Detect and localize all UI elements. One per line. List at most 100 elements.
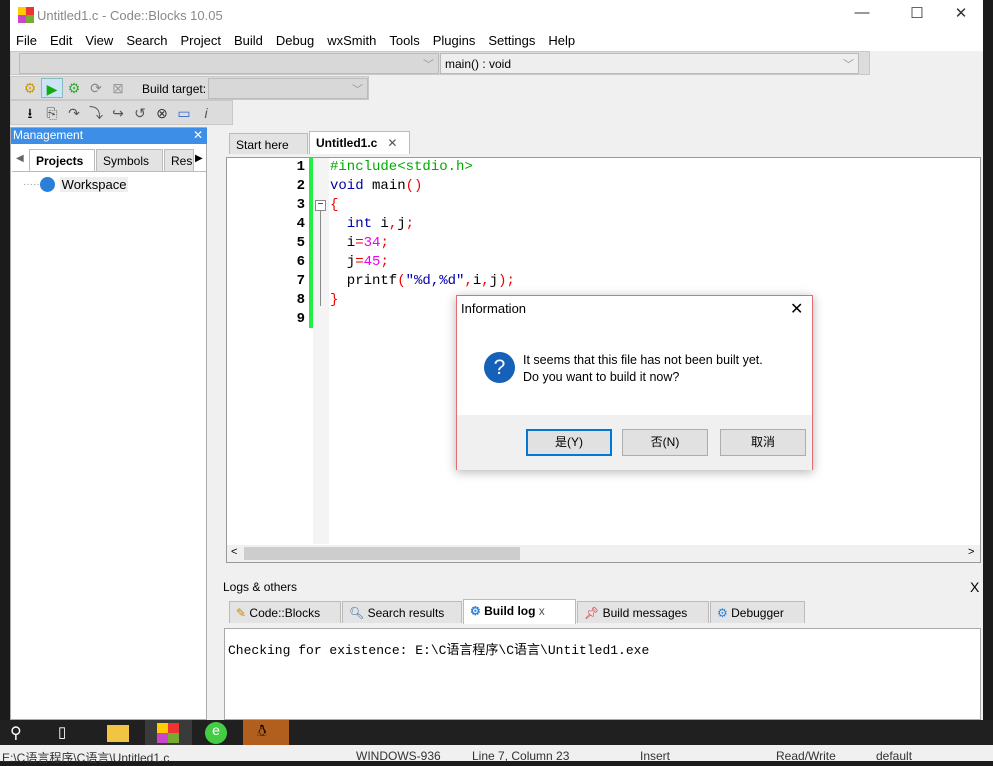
task-view-icon[interactable]: ▯ xyxy=(58,723,66,741)
code-line: { xyxy=(330,197,339,213)
rebuild-icon[interactable]: ⟳ xyxy=(85,78,107,98)
dialog-close-button[interactable]: ✕ xyxy=(790,299,803,319)
workspace-icon xyxy=(39,177,55,192)
build-target-combo[interactable]: ﹀ xyxy=(208,78,368,99)
logs-panel: Logs & others X ✎ Code::Blocks 🔍︎ Search… xyxy=(222,578,983,720)
scroll-left-arrow[interactable]: < xyxy=(231,546,237,558)
scrollbar-thumb[interactable] xyxy=(244,547,520,560)
menu-file[interactable]: File xyxy=(10,30,44,51)
chevron-down-icon: ﹀ xyxy=(352,84,363,96)
debug-windows-icon[interactable]: ▭ xyxy=(173,103,195,123)
scope-combo[interactable]: ﹀ xyxy=(19,53,439,74)
build-gear-icon[interactable]: ⚙ xyxy=(19,78,41,98)
abort-icon[interactable]: ⊠ xyxy=(107,78,129,98)
information-dialog: Information ✕ ? It seems that this file … xyxy=(456,295,813,470)
run-icon[interactable]: ▶ xyxy=(41,78,63,98)
maximize-button[interactable]: ☐ xyxy=(894,4,940,26)
taskbar-codeblocks[interactable] xyxy=(145,720,192,745)
menu-edit[interactable]: Edit xyxy=(44,30,79,51)
tab-projects[interactable]: Projects xyxy=(29,149,95,171)
minimize-button[interactable]: — xyxy=(839,4,885,26)
next-line-icon[interactable]: ⎘ xyxy=(41,103,63,123)
tab-build-log[interactable]: ⚙ Build log x xyxy=(463,599,576,624)
dialog-message-line2: Do you want to build it now? xyxy=(523,370,680,384)
tab-untitled1[interactable]: Untitled1.c ✕ xyxy=(309,131,410,154)
function-combo[interactable]: main() : void ﹀ xyxy=(440,53,859,74)
run-to-cursor-icon[interactable]: ⭳ xyxy=(19,103,41,123)
management-title: Management xyxy=(13,128,84,142)
taskbar-qq[interactable]: 🐧︎ xyxy=(243,720,289,745)
management-header: Management ✕ xyxy=(11,128,207,144)
menu-view[interactable]: View xyxy=(79,30,120,51)
menu-settings[interactable]: Settings xyxy=(482,30,542,51)
line-number: 4 xyxy=(296,216,305,232)
tab-start-here[interactable]: Start here xyxy=(229,133,308,154)
line-number: 3 xyxy=(296,197,305,213)
line-number: 1 xyxy=(296,159,305,175)
menu-plugins[interactable]: Plugins xyxy=(427,30,483,51)
step-out-icon[interactable]: ↪ xyxy=(107,103,129,123)
debugger-toolbar: ⭳ ⎘ ↷ ⤵ ↪ ↺ ⊗ ▭ i xyxy=(10,100,233,125)
tab-symbols[interactable]: Symbols xyxy=(96,149,163,171)
step-icon[interactable]: ↺ xyxy=(129,103,151,123)
menu-tools[interactable]: Tools xyxy=(383,30,426,51)
logs-title: Logs & others xyxy=(223,580,298,594)
info-icon[interactable]: i xyxy=(195,103,217,123)
code-line: j=45; xyxy=(330,254,389,270)
code-completion-toolbar: ﹀ main() : void ﹀ xyxy=(10,51,870,75)
no-button[interactable]: 否(N) xyxy=(622,429,708,456)
tab-build-messages[interactable]: 📌︎ Build messages xyxy=(577,601,709,623)
close-tab-icon[interactable]: x xyxy=(539,604,545,618)
menu-project[interactable]: Project xyxy=(175,30,228,51)
pencil-icon: ✎ xyxy=(236,606,247,620)
menu-wxsmith[interactable]: wxSmith xyxy=(321,30,383,51)
build-log-output: Checking for existence: E:\C语言程序\C语言\Unt… xyxy=(224,628,981,720)
tree-item-workspace[interactable]: ····· Workspace xyxy=(23,177,129,192)
status-file: E:\C语言程序\C语言\Untitled1.c xyxy=(2,751,170,765)
browser-icon[interactable]: e xyxy=(205,722,227,744)
tab-debugger[interactable]: ⚙ Debugger xyxy=(710,601,805,623)
yes-button[interactable]: 是(Y) xyxy=(526,429,612,456)
scroll-right-arrow[interactable]: > xyxy=(968,546,974,558)
line-number: 5 xyxy=(296,235,305,251)
horizontal-scrollbar[interactable]: < > xyxy=(227,545,980,562)
line-number: 8 xyxy=(296,292,305,308)
dialog-title: Information xyxy=(461,301,527,316)
line-number: 2 xyxy=(296,178,305,194)
scroll-right-icon[interactable]: ▶ xyxy=(195,153,203,164)
code-line: printf("%d,%d",i,j); xyxy=(330,273,515,289)
close-window-button[interactable]: ✕ xyxy=(938,4,984,26)
codeblocks-icon xyxy=(157,723,179,743)
tab-label: Debugger xyxy=(731,606,784,620)
tab-label: Build log xyxy=(484,604,536,618)
tab-codeblocks-log[interactable]: ✎ Code::Blocks xyxy=(229,601,341,623)
stop-debugger-icon[interactable]: ⊗ xyxy=(151,103,173,123)
title-bar: Untitled1.c - Code::Blocks 10.05 — ☐ ✕ xyxy=(10,0,983,30)
management-panel: Management ✕ ◀ Projects Symbols Res ▶ ···… xyxy=(10,127,207,720)
menu-search[interactable]: Search xyxy=(120,30,174,51)
build-and-run-icon[interactable]: ⚙ xyxy=(63,78,85,98)
menu-bar: File Edit View Search Project Build Debu… xyxy=(10,30,983,51)
build-target-label: Build target: xyxy=(142,82,207,96)
file-explorer-icon[interactable] xyxy=(107,725,129,742)
close-icon[interactable]: ✕ xyxy=(193,128,203,142)
tab-search-results[interactable]: 🔍︎ Search results xyxy=(342,601,462,623)
code-line: #include<stdio.h> xyxy=(330,159,473,175)
scroll-left-icon[interactable]: ◀ xyxy=(16,153,24,164)
close-tab-icon[interactable]: ✕ xyxy=(387,136,397,150)
cancel-button[interactable]: 取消 xyxy=(720,429,806,456)
next-instruction-icon[interactable]: ⤵ xyxy=(85,103,107,123)
step-into-icon[interactable]: ↷ xyxy=(63,103,85,123)
app-logo-icon xyxy=(18,7,34,23)
close-logs-icon[interactable]: X xyxy=(970,579,979,595)
fold-margin xyxy=(313,158,329,544)
menu-build[interactable]: Build xyxy=(228,30,270,51)
tab-resources[interactable]: Res xyxy=(164,149,194,171)
magnifier-icon: 🔍︎ xyxy=(349,606,365,620)
fold-toggle-icon[interactable]: − xyxy=(315,200,326,211)
search-icon[interactable]: ⚲ xyxy=(10,723,22,743)
pushpin-icon: 📌︎ xyxy=(584,606,600,620)
menu-help[interactable]: Help xyxy=(542,30,582,51)
menu-debug[interactable]: Debug xyxy=(270,30,321,51)
gear-icon: ⚙ xyxy=(470,604,481,618)
